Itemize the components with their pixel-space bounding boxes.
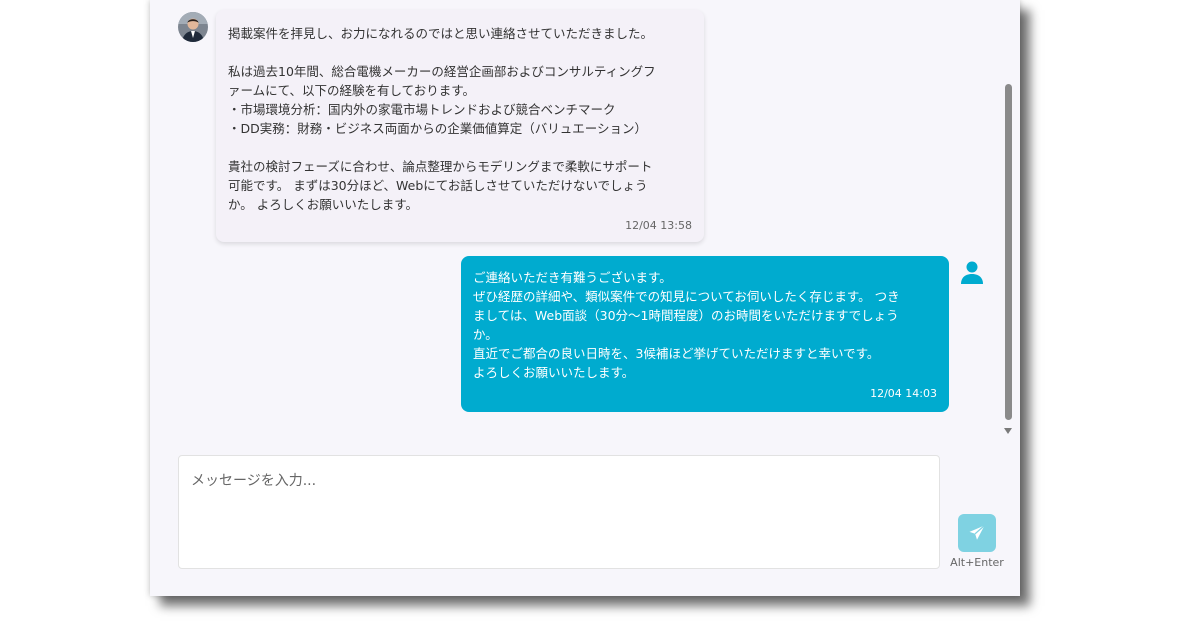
chat-window: 掲載案件を拝見し、お力になれるのではと思い連絡させていただきました。 私は過去1… [150,0,1020,596]
message-text-line: 可能です。 まずは30分ほど、Webにてお話しさせていただけないでしょう [228,178,648,193]
message-list[interactable]: 掲載案件を拝見し、お力になれるのではと思い連絡させていただきました。 私は過去1… [150,0,1020,440]
message-text-line: ・DD実務：財務・ビジネス両面からの企業価値算定（バリュエーション） [228,121,648,136]
message-text-line: ましては、Web面談（30分〜1時間程度）のお時間をいただけますでしょう [473,308,899,323]
scrollbar-thumb[interactable] [1005,84,1012,420]
message-text-line: ・市場環境分析：国内外の家電市場トレンドおよび競合ベンチマーク [228,102,616,117]
received-message: 掲載案件を拝見し、お力になれるのではと思い連絡させていただきました。 私は過去1… [216,10,704,242]
message-input[interactable] [178,455,940,569]
message-text-line: ぜひ経歴の詳細や、類似案件での知見についてお伺いしたく存じます。 つき [473,289,900,304]
message-text-line: 直近でご都合の良い日時を、3候補ほど挙げていただけますと幸いです。 [473,346,880,361]
message-timestamp: 12/04 13:58 [625,219,692,232]
send-button[interactable] [958,514,996,552]
scroll-down-arrow-icon[interactable] [1004,428,1012,434]
message-text-line: よろしくお願いいたします。 [473,365,635,380]
message-text-line: か。 [473,327,498,342]
message-text-line: ご連絡いただき有難うございます。 [473,270,672,285]
message-text-line [228,43,690,62]
message-text-line: 掲載案件を拝見し、お力になれるのではと思い連絡させていただきました。 [228,26,654,41]
scrollbar[interactable] [1003,0,1013,440]
message-text-line: か。 よろしくお願いいたします。 [228,197,418,212]
message-text-line: 貴社の検討フェーズに合わせ、論点整理からモデリングまで柔軟にサポート [228,159,653,174]
sent-message: ご連絡いただき有難うございます。 ぜひ経歴の詳細や、類似案件での知見についてお伺… [461,256,949,412]
message-text-line [228,138,690,157]
send-shortcut-hint: Alt+Enter [950,556,1004,569]
person-photo-avatar-icon [178,12,208,42]
composer: Alt+Enter [150,440,1020,596]
user-icon [958,258,986,286]
paper-plane-icon [969,525,985,540]
message-text-line: 私は過去10年間、総合電機メーカーの経営企画部およびコンサルティングフ [228,64,656,79]
sender-avatar [178,12,208,42]
message-text-line: ァームにて、以下の経験を有しております。 [228,83,476,98]
message-timestamp: 12/04 14:03 [870,387,937,400]
